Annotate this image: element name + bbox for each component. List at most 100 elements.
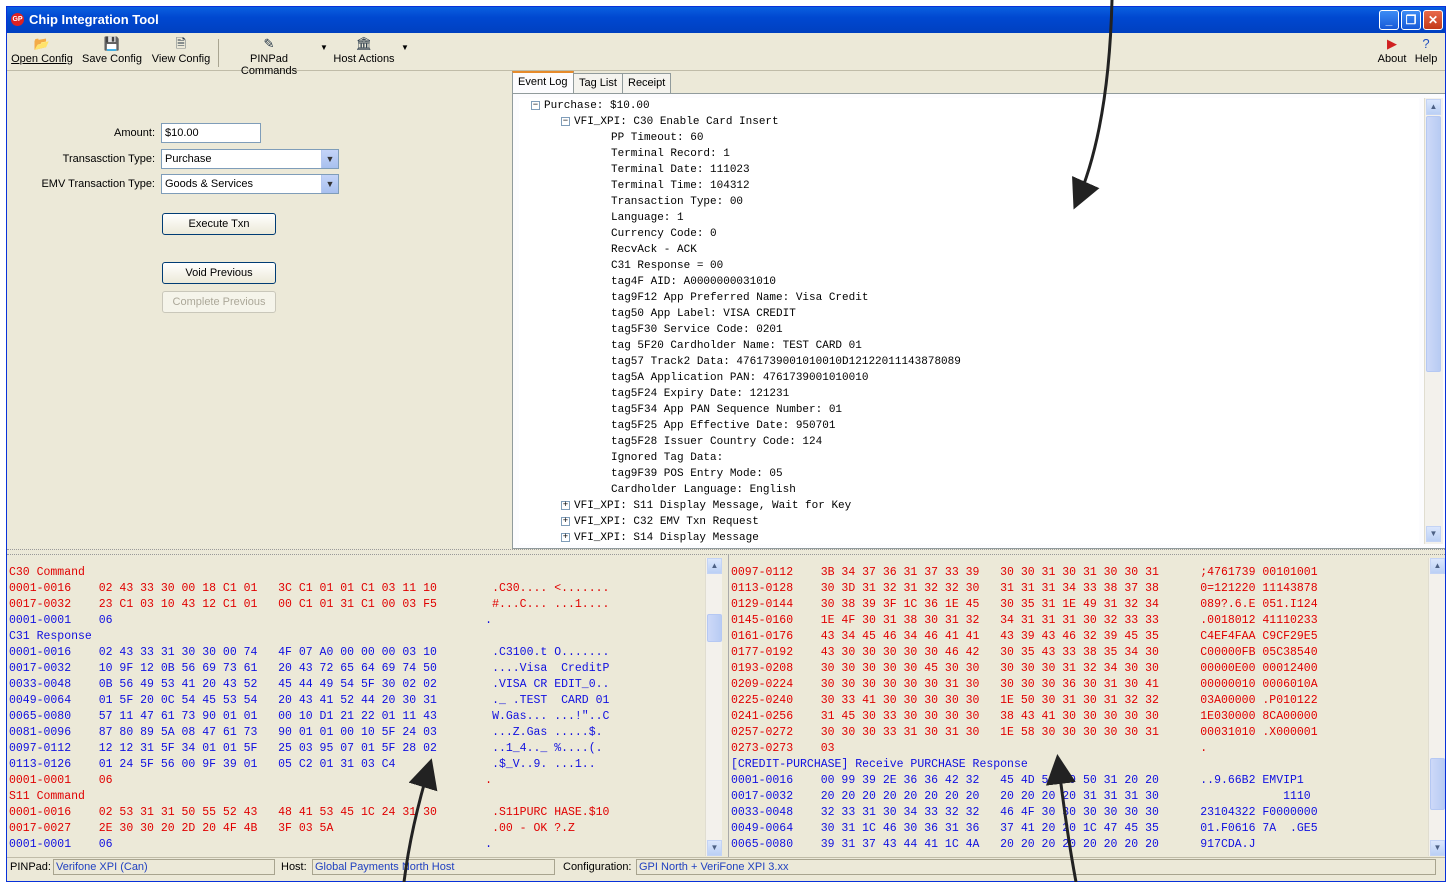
tree-leaf[interactable]: tag5F30 Service Code: 0201 bbox=[519, 322, 1419, 338]
tab-event-log[interactable]: Event Log bbox=[512, 71, 574, 94]
hex-line: 0081-0096 87 80 89 5A 08 47 61 73 90 01 … bbox=[9, 726, 603, 739]
expand-icon[interactable]: + bbox=[561, 532, 570, 542]
scroll-up-icon[interactable]: ▲ bbox=[1426, 99, 1441, 115]
tree-leaf[interactable]: tag9F39 POS Entry Mode: 05 bbox=[519, 466, 1419, 482]
tree-leaf[interactable]: Language: 1 bbox=[519, 210, 1419, 226]
tree-leaf[interactable]: tag57 Track2 Data: 4761739001010010D1212… bbox=[519, 354, 1419, 370]
event-log-tree[interactable]: − Purchase: $10.00 − VFI_XPI: C30 Enable C… bbox=[519, 98, 1419, 544]
tree-leaf[interactable]: Cardholder Language: English bbox=[519, 482, 1419, 498]
tree-leaf[interactable]: Transaction Type: 00 bbox=[519, 194, 1419, 210]
tree-leaf-label: tag5F24 Expiry Date: 121231 bbox=[611, 388, 790, 400]
chevron-down-icon[interactable]: ▼ bbox=[321, 150, 338, 168]
scroll-thumb[interactable] bbox=[1430, 758, 1445, 810]
pinpad-hex-log[interactable]: C30 Command 0001-0016 02 43 33 30 00 18 C… bbox=[7, 555, 723, 857]
scroll-up-icon[interactable]: ▲ bbox=[707, 558, 722, 574]
tree-leaf[interactable]: tag5F25 App Effective Date: 950701 bbox=[519, 418, 1419, 434]
save-config-label: Save Config bbox=[82, 53, 142, 65]
expand-icon[interactable]: + bbox=[561, 500, 570, 510]
tree-leaf[interactable]: tag5F34 App PAN Sequence Number: 01 bbox=[519, 402, 1419, 418]
about-button[interactable]: ▶ About bbox=[1375, 35, 1409, 69]
tree-leaf-label: Terminal Date: 111023 bbox=[611, 164, 750, 176]
tree-leaf-label: tag 5F20 Cardholder Name: TEST CARD 01 bbox=[611, 340, 862, 352]
tree-node[interactable]: − VFI_XPI: C30 Enable Card Insert bbox=[519, 114, 1419, 130]
expand-icon[interactable]: + bbox=[561, 516, 570, 526]
tree-leaf[interactable]: Ignored Tag Data: bbox=[519, 450, 1419, 466]
help-button[interactable]: ? Help bbox=[1411, 35, 1441, 69]
hex-line: S11 Command bbox=[9, 790, 85, 803]
tree-leaf[interactable]: tag5F28 Issuer Country Code: 124 bbox=[519, 434, 1419, 450]
tree-collapsed-node[interactable]: + VFI_XPI: S14 Display Message bbox=[519, 530, 1419, 544]
pinpad-hex-scrollbar[interactable]: ▲ ▼ bbox=[705, 558, 722, 856]
window-title: Chip Integration Tool bbox=[29, 12, 159, 27]
scroll-up-icon[interactable]: ▲ bbox=[1430, 558, 1445, 574]
hex-line: 0017-0032 10 9F 12 0B 56 69 73 61 20 43 … bbox=[9, 662, 610, 675]
tree-children: PP Timeout: 60 Terminal Record: 1 Terminal… bbox=[519, 130, 1419, 498]
host-actions-label: Host Actions bbox=[333, 53, 395, 65]
tree-leaf[interactable]: tag9F12 App Preferred Name: Visa Credit bbox=[519, 290, 1419, 306]
host-hex-scrollbar[interactable]: ▲ ▼ bbox=[1428, 558, 1445, 856]
host-hex-log[interactable]: 0097-0112 3B 34 37 36 31 37 33 39 30 30 … bbox=[728, 555, 1445, 857]
hex-line: 0001-0016 02 53 31 31 50 55 52 43 48 41 … bbox=[9, 806, 610, 819]
help-icon: ? bbox=[1422, 36, 1430, 51]
close-button[interactable]: ✕ bbox=[1423, 10, 1443, 30]
hex-line: 0097-0112 12 12 31 5F 34 01 01 5F 25 03 … bbox=[9, 742, 603, 755]
scroll-down-icon[interactable]: ▼ bbox=[707, 840, 722, 856]
tree-leaf[interactable]: Terminal Time: 104312 bbox=[519, 178, 1419, 194]
host-actions-button[interactable]: 🏛 Host Actions bbox=[329, 35, 399, 69]
hex-line: 0017-0027 2E 30 30 20 2D 20 4F 4B 3F 03 … bbox=[9, 822, 575, 835]
scroll-thumb[interactable] bbox=[707, 614, 722, 642]
tree-leaf[interactable]: tag 5F20 Cardholder Name: TEST CARD 01 bbox=[519, 338, 1419, 354]
tree-leaf[interactable]: Terminal Record: 1 bbox=[519, 146, 1419, 162]
scroll-down-icon[interactable]: ▼ bbox=[1430, 840, 1445, 856]
emv-type-select[interactable]: Goods & Services ▼ bbox=[161, 174, 339, 194]
tree-leaf-label: tag4F AID: A0000000031010 bbox=[611, 276, 777, 288]
hex-line: 0273-0273 03 . bbox=[731, 742, 1208, 755]
collapse-icon[interactable]: − bbox=[561, 116, 570, 126]
maximize-button[interactable]: ❐ bbox=[1401, 10, 1421, 30]
txn-type-select[interactable]: Purchase ▼ bbox=[161, 149, 339, 169]
collapse-icon[interactable]: − bbox=[531, 100, 540, 110]
hex-line: 0033-0048 0B 56 49 53 41 20 43 52 45 44 … bbox=[9, 678, 610, 691]
void-previous-button[interactable]: Void Previous bbox=[162, 262, 276, 284]
tree-leaf[interactable]: tag5A Application PAN: 4761739001010010 bbox=[519, 370, 1419, 386]
tab-tag-list[interactable]: Tag List bbox=[573, 73, 623, 93]
amount-input[interactable]: $10.00 bbox=[161, 123, 261, 143]
tree-leaf-label: PP Timeout: 60 bbox=[611, 132, 704, 144]
hex-line: 0097-0112 3B 34 37 36 31 37 33 39 30 30 … bbox=[731, 566, 1318, 579]
tab-receipt[interactable]: Receipt bbox=[622, 73, 672, 93]
scroll-down-icon[interactable]: ▼ bbox=[1426, 526, 1441, 542]
tree-collapsed-label: VFI_XPI: C32 EMV Txn Request bbox=[574, 516, 759, 528]
tree-leaf-label: Terminal Record: 1 bbox=[611, 148, 730, 160]
emv-type-value: Goods & Services bbox=[165, 178, 254, 190]
tree-leaf[interactable]: RecvAck - ACK bbox=[519, 242, 1419, 258]
tree-root[interactable]: − Purchase: $10.00 bbox=[519, 98, 1419, 114]
tree-leaf[interactable]: Currency Code: 0 bbox=[519, 226, 1419, 242]
tree-leaf-label: Language: 1 bbox=[611, 212, 684, 224]
tree-leaf-label: tag57 Track2 Data: 4761739001010010D1212… bbox=[611, 356, 961, 368]
execute-txn-button[interactable]: Execute Txn bbox=[162, 213, 276, 235]
complete-previous-button[interactable]: Complete Previous bbox=[162, 291, 276, 313]
hex-line: 0001-0016 02 43 33 30 00 18 C1 01 3C C1 … bbox=[9, 582, 610, 595]
view-config-icon: 🗎 bbox=[175, 36, 187, 51]
tree-leaf-label: tag9F12 App Preferred Name: Visa Credit bbox=[611, 292, 869, 304]
tree-leaf[interactable]: tag4F AID: A0000000031010 bbox=[519, 274, 1419, 290]
minimize-button[interactable]: _ bbox=[1379, 10, 1399, 30]
tree-leaf-label: tag9F39 POS Entry Mode: 05 bbox=[611, 468, 783, 480]
pinpad-commands-dropdown-icon[interactable]: ▼ bbox=[320, 43, 328, 52]
tree-collapsed-node[interactable]: + VFI_XPI: C32 EMV Txn Request bbox=[519, 514, 1419, 530]
floppy-disk-icon: 💾 bbox=[103, 36, 121, 51]
tree-collapsed-node[interactable]: + VFI_XPI: S11 Display Message, Wait for … bbox=[519, 498, 1419, 514]
tree-leaf[interactable]: PP Timeout: 60 bbox=[519, 130, 1419, 146]
save-config-button[interactable]: 💾 Save Config bbox=[81, 35, 143, 69]
tree-leaf[interactable]: Terminal Date: 111023 bbox=[519, 162, 1419, 178]
tree-leaf[interactable]: tag5F24 Expiry Date: 121231 bbox=[519, 386, 1419, 402]
open-config-button[interactable]: 📂 Open Config bbox=[11, 35, 73, 69]
chevron-down-icon[interactable]: ▼ bbox=[321, 175, 338, 193]
pinpad-commands-button[interactable]: ✎ PINPad Commands bbox=[222, 35, 316, 77]
tree-leaf[interactable]: C31 Response = 00 bbox=[519, 258, 1419, 274]
scroll-thumb[interactable] bbox=[1426, 116, 1441, 372]
host-actions-dropdown-icon[interactable]: ▼ bbox=[401, 43, 409, 52]
tree-leaf[interactable]: tag50 App Label: VISA CREDIT bbox=[519, 306, 1419, 322]
view-config-button[interactable]: 🗎 View Config bbox=[150, 35, 212, 69]
event-log-scrollbar[interactable]: ▲ ▼ bbox=[1424, 98, 1443, 544]
